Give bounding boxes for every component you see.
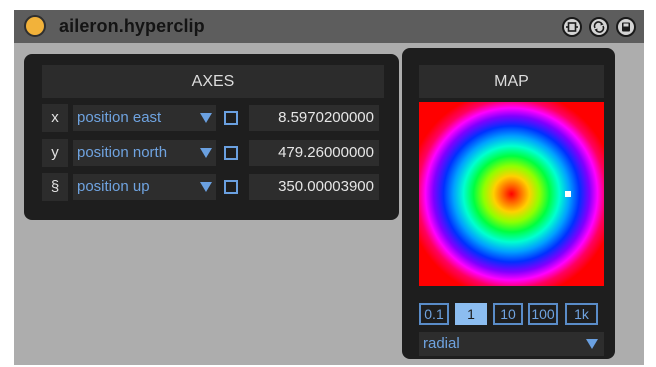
axes-header: AXES bbox=[42, 65, 384, 98]
axis-z-value[interactable]: 350.00003900 bbox=[249, 174, 379, 200]
save-icon[interactable] bbox=[616, 17, 636, 37]
hot-swap-icon[interactable] bbox=[562, 17, 582, 37]
title-bar: aileron.hyperclip bbox=[14, 10, 644, 43]
dropdown-arrow-icon bbox=[200, 148, 212, 158]
map-header: MAP bbox=[419, 65, 604, 98]
axis-x-value[interactable]: 8.5970200000 bbox=[249, 105, 379, 131]
map-mode-value: radial bbox=[423, 335, 460, 352]
zoom-button-1[interactable]: 1 bbox=[455, 303, 487, 325]
axis-x-mode-value: position east bbox=[77, 109, 162, 126]
device-activator-toggle[interactable] bbox=[24, 15, 46, 37]
axis-z-checkbox[interactable] bbox=[224, 180, 238, 194]
axis-x-checkbox[interactable] bbox=[224, 111, 238, 125]
axis-x-mode-dropdown[interactable]: position east bbox=[73, 105, 216, 131]
dropdown-arrow-icon bbox=[200, 182, 212, 192]
axis-y-mode-value: position north bbox=[77, 144, 168, 161]
radial-map-display[interactable] bbox=[419, 102, 604, 286]
dropdown-arrow-icon bbox=[586, 339, 598, 349]
map-mode-dropdown[interactable]: radial bbox=[419, 332, 604, 356]
axis-z-mode-dropdown[interactable]: position up bbox=[73, 174, 216, 200]
device-title: aileron.hyperclip bbox=[59, 16, 205, 36]
axis-label-x: x bbox=[42, 104, 68, 132]
zoom-button-0-1[interactable]: 0.1 bbox=[419, 303, 449, 325]
axis-label-y: y bbox=[42, 139, 68, 167]
axis-label-z: § bbox=[42, 173, 68, 201]
zoom-button-100[interactable]: 100 bbox=[528, 303, 558, 325]
refresh-icon[interactable] bbox=[589, 17, 609, 37]
zoom-button-1k[interactable]: 1k bbox=[565, 303, 598, 325]
zoom-button-10[interactable]: 10 bbox=[493, 303, 523, 325]
map-panel: MAP 0.1 1 10 100 1k radial bbox=[402, 48, 615, 359]
axis-y-mode-dropdown[interactable]: position north bbox=[73, 140, 216, 166]
device-window: aileron.hyperclip AXES x position east 8… bbox=[14, 10, 644, 365]
dropdown-arrow-icon bbox=[200, 113, 212, 123]
axis-z-mode-value: position up bbox=[77, 178, 150, 195]
axes-panel: AXES x position east 8.5970200000 y posi… bbox=[24, 54, 399, 220]
map-position-marker[interactable] bbox=[565, 191, 571, 197]
axis-y-value[interactable]: 479.26000000 bbox=[249, 140, 379, 166]
axis-y-checkbox[interactable] bbox=[224, 146, 238, 160]
